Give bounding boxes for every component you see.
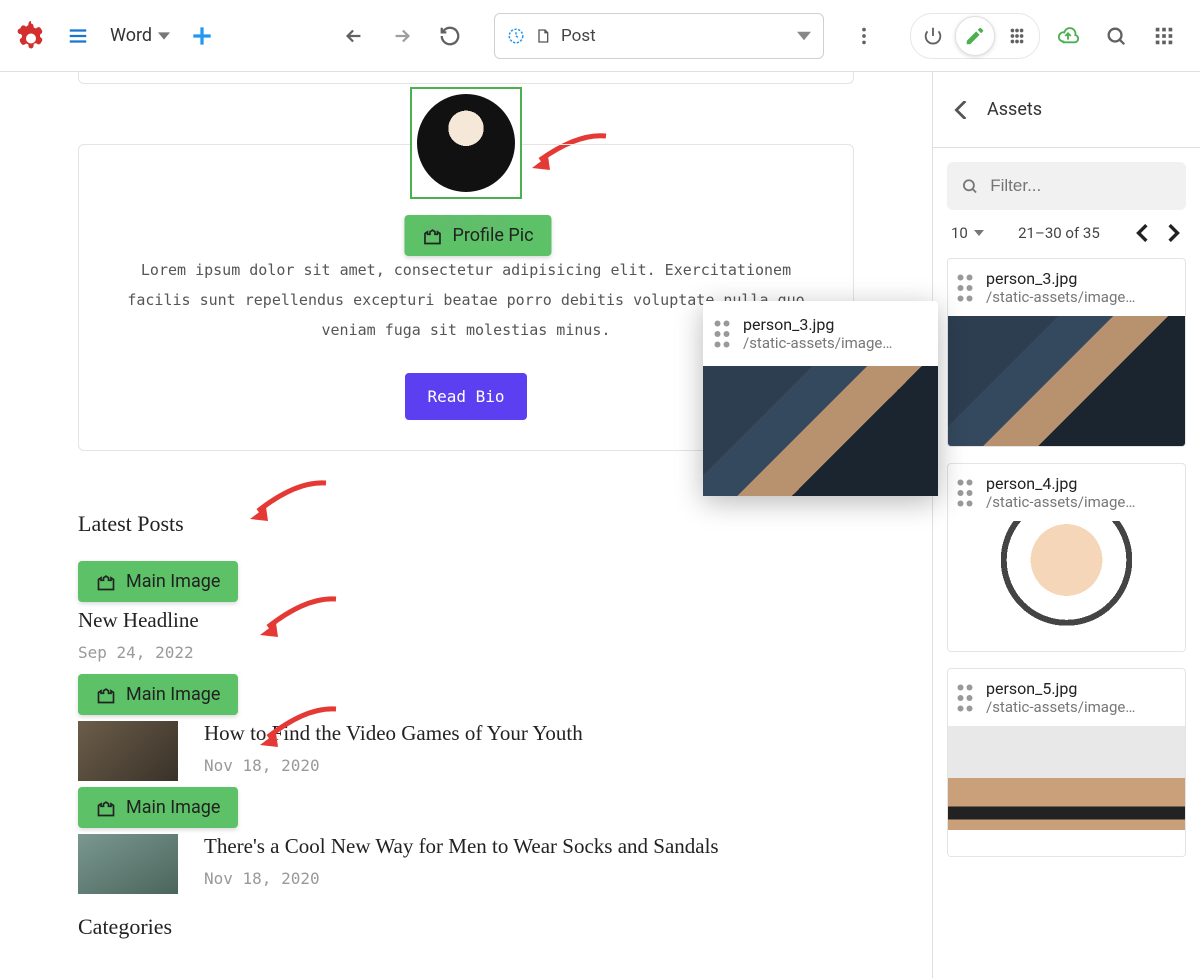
preview-content: Profile Pic John Doe Lorem ipsum dolor s…: [0, 72, 932, 978]
post-date: Nov 18, 2020: [204, 869, 719, 888]
chevron-down-icon: [158, 30, 170, 42]
latest-posts-title: Latest Posts: [78, 511, 932, 537]
asset-name: person_3.jpg: [743, 315, 892, 334]
page-size-select[interactable]: 10: [951, 224, 984, 242]
nav-forward-button[interactable]: [382, 16, 422, 56]
pager-next-button[interactable]: [1164, 224, 1182, 242]
asset-name: person_3.jpg: [986, 269, 1135, 288]
asset-path: /static-assets/image…: [986, 288, 1135, 306]
asset-path: /static-assets/image…: [986, 698, 1135, 716]
panel-title: Assets: [987, 99, 1042, 120]
profile-pic: [414, 91, 518, 195]
prev-card-fragment: [78, 72, 854, 84]
create-new-button[interactable]: [182, 16, 222, 56]
asset-name: person_4.jpg: [986, 474, 1135, 493]
edit-mode-button[interactable]: [955, 16, 995, 56]
post-item[interactable]: How to Find the Video Games of Your Yout…: [78, 721, 932, 781]
dropzone-label-main-image[interactable]: Main Image: [78, 561, 238, 602]
categories-title: Categories: [78, 914, 932, 940]
edit-mode-group: [910, 13, 1040, 59]
reload-button[interactable]: [430, 16, 470, 56]
page-label: Post: [561, 26, 787, 46]
panel-body: 10 21–30 of 35 person_3.jpg /static-asse…: [933, 148, 1200, 978]
latest-posts-section: Latest Posts Main Image New Headline Sep…: [78, 511, 932, 940]
post-thumb: [78, 834, 178, 894]
search-icon: [961, 176, 978, 196]
author-name: John Doe: [109, 211, 823, 235]
main-area: Profile Pic John Doe Lorem ipsum dolor s…: [0, 72, 1200, 978]
post-item[interactable]: New Headline Sep 24, 2022: [78, 608, 932, 668]
power-off-button[interactable]: [913, 16, 953, 56]
castle-icon: [96, 572, 116, 592]
panel-header: Assets: [933, 72, 1200, 148]
drag-handle-icon[interactable]: [956, 683, 974, 713]
preview-mode-label: Word: [110, 25, 152, 46]
post-date: Nov 18, 2020: [204, 756, 583, 775]
castle-icon: [96, 798, 116, 818]
profile-pic-dropzone[interactable]: [410, 87, 522, 199]
post-title: How to Find the Video Games of Your Yout…: [204, 721, 583, 746]
search-button[interactable]: [1096, 16, 1136, 56]
asset-thumbnail: [948, 316, 1185, 446]
filter-input[interactable]: [990, 176, 1172, 196]
asset-thumbnail: [948, 726, 1185, 856]
asset-thumbnail: [948, 521, 1185, 651]
asset-card[interactable]: person_4.jpg /static-assets/image…: [947, 463, 1186, 652]
asset-card[interactable]: person_3.jpg /static-assets/image…: [947, 258, 1186, 447]
more-menu-button[interactable]: [844, 16, 884, 56]
post-title: New Headline: [78, 608, 199, 633]
castle-icon: [96, 685, 116, 705]
chevron-down-icon: [974, 230, 984, 236]
nav-history: [334, 16, 470, 56]
page-range: 21–30 of 35: [1018, 224, 1100, 242]
asset-thumbnail: [703, 366, 938, 496]
page-icon: [535, 28, 551, 44]
publish-button[interactable]: [1048, 16, 1088, 56]
post-thumb: [78, 721, 178, 781]
asset-name: person_5.jpg: [986, 679, 1135, 698]
timer-icon: [507, 27, 525, 45]
chevron-left-icon[interactable]: [953, 101, 971, 119]
drag-handle-icon[interactable]: [956, 273, 974, 303]
dropzone-label-main-image[interactable]: Main Image: [78, 674, 238, 715]
drag-handle-icon[interactable]: [713, 319, 731, 349]
asset-card[interactable]: person_5.jpg /static-assets/image…: [947, 668, 1186, 857]
menu-button[interactable]: [58, 16, 98, 56]
drag-handle-icon[interactable]: [956, 478, 974, 508]
asset-path: /static-assets/image…: [743, 334, 892, 352]
dropzone-label-main-image[interactable]: Main Image: [78, 787, 238, 828]
app-logo-icon: [16, 21, 46, 51]
asset-pager: 10 21–30 of 35: [951, 224, 1182, 242]
asset-path: /static-assets/image…: [986, 493, 1135, 511]
move-mode-button[interactable]: [997, 16, 1037, 56]
apps-button[interactable]: [1144, 16, 1184, 56]
filter-box[interactable]: [947, 162, 1186, 210]
page-selector[interactable]: Post: [494, 13, 824, 59]
chevron-down-icon: [797, 29, 811, 43]
pager-prev-button[interactable]: [1134, 224, 1152, 242]
post-date: Sep 24, 2022: [78, 643, 199, 662]
dragged-asset[interactable]: person_3.jpg /static-assets/image…: [703, 301, 938, 496]
nav-back-button[interactable]: [334, 16, 374, 56]
top-toolbar: Word Post: [0, 0, 1200, 72]
post-title: There's a Cool New Way for Men to Wear S…: [204, 834, 719, 859]
assets-panel: Assets 10 21–30 of 35: [932, 72, 1200, 978]
preview-mode-select[interactable]: Word: [110, 25, 170, 46]
right-tools: [910, 13, 1184, 59]
read-bio-button[interactable]: Read Bio: [405, 373, 526, 420]
post-item[interactable]: There's a Cool New Way for Men to Wear S…: [78, 834, 932, 894]
